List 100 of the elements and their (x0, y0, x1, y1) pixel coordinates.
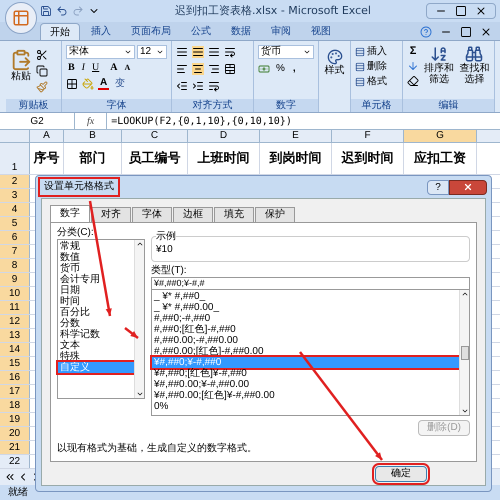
fill-icon[interactable] (407, 60, 419, 72)
ribbon-tab[interactable]: 插入 (82, 23, 120, 40)
name-box[interactable]: G2 (0, 113, 75, 129)
undo-icon[interactable] (56, 5, 68, 17)
row-header[interactable]: 15 (0, 357, 30, 370)
scroll-up-icon[interactable] (136, 240, 144, 248)
row-header[interactable]: 6 (0, 231, 30, 244)
category-item[interactable]: 数值 (58, 252, 82, 263)
category-item[interactable]: 货币 (58, 263, 82, 274)
column-header[interactable]: E (260, 130, 332, 142)
row-header[interactable]: 9 (0, 273, 30, 286)
scrollbar[interactable] (459, 290, 469, 415)
indent-decrease-icon[interactable] (176, 80, 188, 92)
ribbon-tab[interactable]: 页面布局 (122, 23, 180, 40)
ribbon-tab[interactable]: 数据 (222, 23, 260, 40)
close-button[interactable] (449, 180, 487, 194)
restore-icon[interactable] (460, 26, 472, 38)
function-button[interactable]: fx (75, 114, 106, 128)
dialog-tab[interactable]: 边框 (173, 207, 213, 222)
align-bottom-icon[interactable] (208, 46, 220, 58)
shrink-font-button[interactable]: A (122, 62, 132, 74)
format-item[interactable]: 0% (152, 401, 459, 412)
number-format-dropdown[interactable]: 货币 (258, 45, 314, 59)
align-middle-icon[interactable] (192, 46, 204, 58)
format-item[interactable]: #,##0.00;-#,##0.00 (152, 335, 459, 346)
maximize-icon[interactable] (455, 5, 467, 17)
format-item[interactable]: ¥#,##0.00;[红色]¥-#,##0.00 (152, 390, 459, 401)
ribbon-tab[interactable]: 审阅 (262, 23, 300, 40)
font-size-dropdown[interactable]: 12 (137, 45, 167, 59)
eraser-icon[interactable] (407, 75, 419, 87)
format-item[interactable]: #,##0;-#,##0 (152, 313, 459, 324)
category-item[interactable]: 日期 (58, 285, 82, 296)
save-icon[interactable] (40, 5, 52, 17)
column-header[interactable]: A (30, 130, 64, 142)
row-header[interactable]: 19 (0, 413, 30, 426)
sum-button[interactable]: Σ (407, 45, 419, 57)
bold-button[interactable]: B (66, 62, 77, 74)
category-item[interactable]: 百分比 (58, 307, 92, 318)
merge-icon[interactable] (224, 63, 236, 75)
cells-menu-button[interactable]: 格式 (355, 75, 387, 88)
row-header[interactable]: 16 (0, 371, 30, 384)
paste-button[interactable]: 粘贴 (10, 45, 32, 83)
row-header[interactable]: 14 (0, 343, 30, 356)
category-item[interactable]: 分数 (58, 318, 82, 329)
text-orientation-icon[interactable] (224, 46, 236, 58)
row-header[interactable]: 7 (0, 245, 30, 258)
phonetic-button[interactable]: 变 (113, 78, 128, 90)
row-header[interactable]: 11 (0, 301, 30, 314)
category-item[interactable]: 文本 (58, 340, 82, 351)
font-color-button[interactable]: A (98, 77, 110, 90)
align-center-icon[interactable] (192, 63, 204, 75)
ribbon-tab[interactable]: 视图 (302, 23, 340, 40)
copy-icon[interactable] (36, 65, 48, 77)
format-item[interactable]: #,##0;[红色]-#,##0 (152, 324, 459, 335)
ribbon-tab[interactable]: 开始 (40, 23, 80, 40)
cells-menu-button[interactable]: 插入 (355, 45, 387, 58)
row-header[interactable]: 12 (0, 315, 30, 328)
row-header[interactable]: 13 (0, 329, 30, 342)
row-header[interactable]: 3 (0, 189, 30, 202)
scroll-down-icon[interactable] (460, 407, 468, 415)
row-header[interactable]: 1 (0, 143, 30, 174)
find-select-button[interactable]: 查找和选择 (458, 45, 490, 85)
sort-filter-button[interactable]: 排序和筛选 (423, 45, 454, 85)
dialog-tab[interactable]: 对齐 (91, 207, 131, 222)
category-item[interactable]: 特殊 (58, 351, 82, 362)
percent-button[interactable]: % (274, 63, 287, 75)
format-item[interactable]: ¥#,##0.00;¥-#,##0.00 (152, 379, 459, 390)
align-right-icon[interactable] (208, 63, 220, 75)
type-input[interactable]: ¥#,##0;¥-#,# (151, 277, 470, 290)
dialog-tab[interactable]: 填充 (214, 207, 254, 222)
category-item[interactable]: 会计专用 (58, 274, 102, 285)
column-header[interactable]: B (64, 130, 122, 142)
help-icon[interactable] (420, 26, 432, 38)
indent-increase-icon[interactable] (192, 80, 204, 92)
fill-color-icon[interactable] (82, 78, 94, 90)
ribbon-tab[interactable]: 公式 (182, 23, 220, 40)
scrollbar[interactable] (134, 240, 144, 398)
row-header[interactable]: 4 (0, 203, 30, 216)
format-item[interactable]: #,##0.00;[红色]-#,##0.00 (152, 346, 459, 357)
styles-button[interactable]: 样式 (323, 45, 346, 77)
office-button[interactable] (5, 2, 37, 34)
row-header[interactable]: 5 (0, 217, 30, 230)
format-item[interactable]: ¥#,##0;[红色]¥-#,##0 (152, 368, 459, 379)
underline-button[interactable]: U (90, 62, 102, 74)
row-header[interactable]: 10 (0, 287, 30, 300)
format-item[interactable]: _ ¥* #,##0.00_ (152, 302, 459, 313)
type-list[interactable]: _ ¥* #,##0_ _ ¥* #,##0.00_ #,##0;-#,##0 #,##0;[红色]-#,##0 #,##0.00;-#,##0.00 #,##0.00;[红色]-#,##0.00 ¥#,##0;¥-#,##0 ¥#,##0;[红色]¥-#,##0 ¥#,##0.00;¥-#,##0.00 ¥#,##0.00;[红色]¥-#,##0.00 0% (151, 290, 470, 416)
align-left-icon[interactable] (176, 63, 188, 75)
row-header[interactable]: 17 (0, 385, 30, 398)
scroll-thumb[interactable] (460, 346, 468, 360)
first-sheet-icon[interactable] (4, 471, 16, 483)
comma-button[interactable]: , (290, 63, 298, 75)
row-header[interactable]: 2 (0, 175, 30, 188)
grow-font-button[interactable]: A (108, 62, 120, 74)
category-item[interactable]: 时间 (58, 296, 82, 307)
align-top-icon[interactable] (176, 46, 188, 58)
wrap-text-icon[interactable] (208, 80, 220, 92)
border-icon[interactable] (66, 78, 78, 90)
italic-button[interactable]: I (80, 62, 88, 74)
column-header[interactable]: C (122, 130, 188, 142)
